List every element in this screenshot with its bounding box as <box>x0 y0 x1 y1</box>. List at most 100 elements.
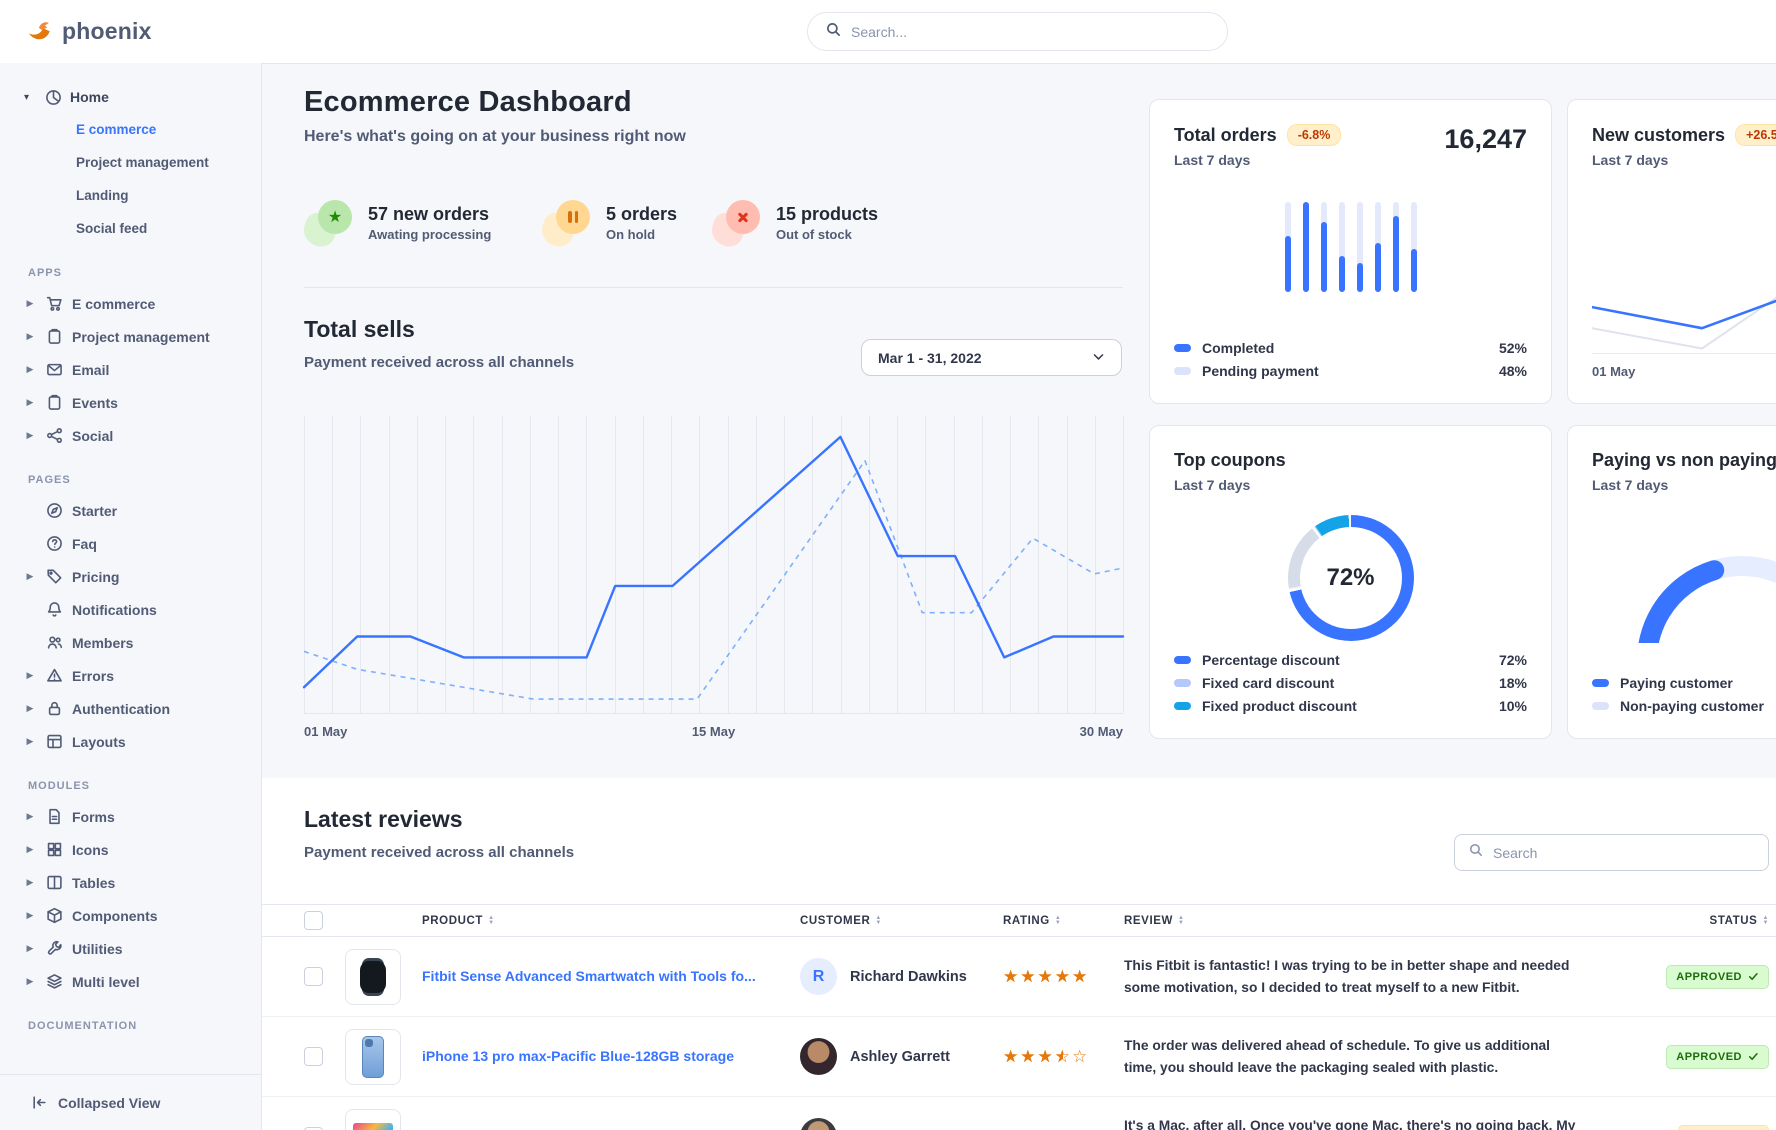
warning-icon <box>45 667 63 685</box>
search-icon <box>826 22 841 42</box>
total-sells-subtitle: Payment received across all channels <box>304 354 574 371</box>
sidebar-item-email[interactable]: ▶ Email <box>24 353 253 386</box>
sidebar-item-ecommerce[interactable]: E commerce <box>24 113 253 146</box>
column-header-customer[interactable]: CUSTOMER▲▼ <box>800 915 1003 927</box>
legend-swatch <box>1174 367 1191 375</box>
mail-icon <box>45 361 63 379</box>
date-range-select[interactable]: Mar 1 - 31, 2022 <box>861 339 1122 376</box>
sidebar-item-icons[interactable]: ▶ Icons <box>24 833 253 866</box>
chevron-down-icon <box>1092 350 1105 366</box>
collapse-icon <box>30 1094 48 1112</box>
caret-right-icon: ▶ <box>24 844 36 855</box>
sidebar-item-components[interactable]: ▶ Components <box>24 899 253 932</box>
sidebar-item-social-feed[interactable]: Social feed <box>24 212 253 245</box>
caret-right-icon: ▶ <box>24 910 36 921</box>
avatar[interactable]: R <box>800 958 837 995</box>
legend-item: Completed 52% <box>1174 340 1527 356</box>
section-label-pages: PAGES <box>28 474 253 486</box>
caret-right-icon: ▶ <box>24 943 36 954</box>
legend-item: Pending payment 48% <box>1174 363 1527 379</box>
table-header-row: PRODUCT▲▼ CUSTOMER▲▼ RATING▲▼ REVIEW▲▼ S… <box>262 904 1776 937</box>
section-label-apps: APPS <box>28 267 253 279</box>
caret-right-icon: ▶ <box>24 976 36 987</box>
x-axis-label: 01 May <box>1592 364 1776 379</box>
new-customers-chart <box>1592 264 1776 354</box>
sidebar-item-forms[interactable]: ▶ Forms <box>24 800 253 833</box>
tag-icon <box>45 568 63 586</box>
avatar-photo[interactable] <box>800 1118 837 1130</box>
table-row: Apple MacBook Pro 13 inch-M1-8/256GB-...… <box>262 1097 1776 1130</box>
sidebar-item-notifications[interactable]: Notifications <box>24 593 253 626</box>
sidebar-item-events[interactable]: ▶ Events <box>24 386 253 419</box>
product-link[interactable]: iPhone 13 pro max-Pacific Blue-128GB sto… <box>422 1047 800 1065</box>
reviews-title: Latest reviews <box>304 806 463 833</box>
sidebar-item-label: Home <box>70 89 109 105</box>
collapsed-view-toggle[interactable]: Collapsed View <box>0 1074 261 1130</box>
row-checkbox[interactable] <box>304 967 323 986</box>
product-link[interactable]: Fitbit Sense Advanced Smartwatch with To… <box>422 967 800 985</box>
sidebar-nav: ▾ Home E commerce Project management Lan… <box>0 63 262 1130</box>
column-header-status[interactable]: STATUS▲▼ <box>1710 915 1769 927</box>
total-sells-dashed-line <box>304 461 1123 699</box>
sidebar-item-project-management-app[interactable]: ▶ Project management <box>24 320 253 353</box>
sidebar-item-layouts[interactable]: ▶ Layouts <box>24 725 253 758</box>
search-icon <box>1469 843 1483 862</box>
sort-icon: ▲▼ <box>875 916 882 925</box>
caret-right-icon: ▶ <box>24 670 36 681</box>
stat-out-of-stock: 15 products Out of stock <box>712 200 878 246</box>
card-title: Paying vs non paying <box>1592 450 1776 471</box>
legend-item: Percentage discount 72% <box>1174 652 1527 668</box>
sidebar-item-authentication[interactable]: ▶ Authentication <box>24 692 253 725</box>
sidebar-item-project-management[interactable]: Project management <box>24 146 253 179</box>
sidebar-item-social[interactable]: ▶ Social <box>24 419 253 452</box>
product-image-macbook[interactable] <box>345 1109 401 1130</box>
paying-card: Paying vs non paying Last 7 days Paying … <box>1567 425 1776 739</box>
sort-icon: ▲▼ <box>1178 916 1185 925</box>
product-image-iphone[interactable] <box>345 1029 401 1085</box>
stat-new-orders: ★ 57 new orders Awating processing <box>304 200 491 246</box>
navbar-search-input[interactable] <box>851 24 1209 40</box>
column-header-product[interactable]: PRODUCT▲▼ <box>422 915 800 927</box>
change-badge: -6.8% <box>1287 124 1342 146</box>
sidebar-item-faq[interactable]: Faq <box>24 527 253 560</box>
sidebar-item-home[interactable]: ▾ Home <box>24 81 253 113</box>
brand-logo[interactable]: phoenix <box>0 16 152 48</box>
sidebar-item-landing[interactable]: Landing <box>24 179 253 212</box>
column-header-review[interactable]: REVIEW▲▼ <box>1124 915 1599 927</box>
sidebar-item-members[interactable]: Members <box>24 626 253 659</box>
sidebar-item-tables[interactable]: ▶ Tables <box>24 866 253 899</box>
reviews-search-input[interactable] <box>1493 845 1754 861</box>
rating-stars: ☆☆☆☆☆★★★★★ <box>1003 1047 1103 1067</box>
share-icon <box>45 427 63 445</box>
top-navbar: phoenix <box>0 0 1776 63</box>
navbar-search[interactable] <box>807 12 1228 51</box>
reviews-subtitle: Payment received across all channels <box>304 844 574 861</box>
sidebar-item-multi-level[interactable]: ▶ Multi level <box>24 965 253 998</box>
card-title: Total orders <box>1174 125 1277 146</box>
legend-swatch <box>1174 702 1191 710</box>
columns-icon <box>45 874 63 892</box>
paying-gauge-chart <box>1592 511 1776 643</box>
sidebar-item-starter[interactable]: Starter <box>24 494 253 527</box>
total-orders-card: Total orders -6.8% Last 7 days 16,247 Co… <box>1149 99 1552 404</box>
legend-item: Paying customer <box>1592 675 1776 691</box>
phoenix-logo-icon <box>26 16 53 48</box>
column-header-rating[interactable]: RATING▲▼ <box>1003 915 1124 927</box>
sidebar-item-errors[interactable]: ▶ Errors <box>24 659 253 692</box>
donut-center-value: 72% <box>1326 564 1374 592</box>
reviews-search[interactable] <box>1454 834 1769 871</box>
brand-name: phoenix <box>62 18 152 45</box>
section-label-modules: MODULES <box>28 780 253 792</box>
avatar-photo[interactable] <box>800 1038 837 1075</box>
divider <box>304 287 1123 288</box>
sidebar-item-pricing[interactable]: ▶ Pricing <box>24 560 253 593</box>
coupons-donut-chart: 72% <box>1288 515 1414 641</box>
reviews-table: PRODUCT▲▼ CUSTOMER▲▼ RATING▲▼ REVIEW▲▼ S… <box>262 904 1776 1130</box>
status-badge: APPROVED <box>1666 965 1769 989</box>
row-checkbox[interactable] <box>304 1047 323 1066</box>
sidebar-item-ecommerce-app[interactable]: ▶ E commerce <box>24 287 253 320</box>
caret-right-icon: ▶ <box>24 298 36 309</box>
product-image-fitbit[interactable] <box>345 949 401 1005</box>
sidebar-item-utilities[interactable]: ▶ Utilities <box>24 932 253 965</box>
select-all-checkbox[interactable] <box>304 911 323 930</box>
